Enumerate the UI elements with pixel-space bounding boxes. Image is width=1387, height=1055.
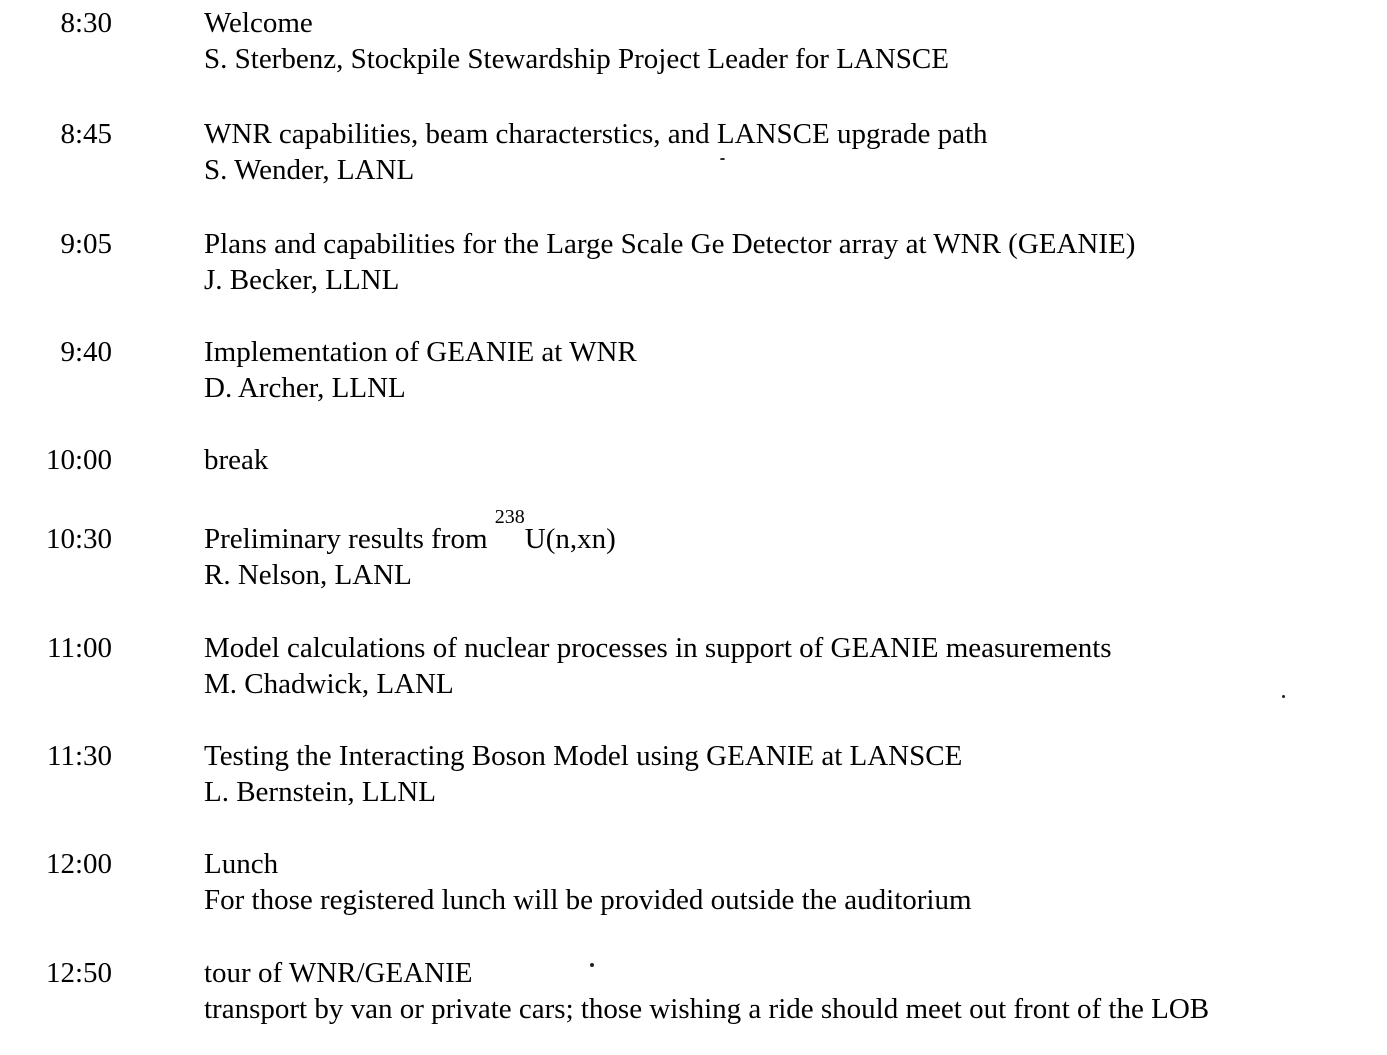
agenda-content: WNR capabilities, beam characterstics, a… — [204, 116, 1387, 188]
agenda-content: Lunch For those registered lunch will be… — [204, 846, 1387, 918]
agenda-time: 10:00 — [45, 444, 112, 476]
agenda-detail: transport by van or private cars; those … — [204, 993, 1210, 1025]
agenda-title: Preliminary results from 238U(n,xn) — [204, 507, 1387, 557]
agenda-detail: S. Sterbenz, Stockpile Stewardship Proje… — [204, 43, 949, 75]
agenda-time: 8:45 — [60, 118, 112, 150]
agenda-title: Testing the Interacting Boson Model usin… — [204, 740, 963, 772]
agenda-title-suffix: U(n,xn) — [524, 523, 616, 555]
agenda-content: Preliminary results from 238U(n,xn) R. N… — [204, 507, 1387, 593]
agenda-detail: For those registered lunch will be provi… — [204, 884, 972, 916]
agenda-detail: D. Archer, LLNL — [204, 372, 406, 404]
agenda-title: Lunch — [204, 848, 279, 880]
agenda-time: 9:05 — [60, 228, 112, 260]
agenda-content: Testing the Interacting Boson Model usin… — [204, 738, 1387, 810]
agenda-content: tour of WNR/GEANIE transport by van or p… — [204, 955, 1387, 1027]
agenda-time: 8:30 — [60, 7, 112, 39]
agenda-title: Welcome — [204, 7, 313, 39]
agenda-detail: S. Wender, LANL — [204, 154, 415, 186]
agenda-time: 11:30 — [47, 740, 112, 772]
agenda-title-prefix: Preliminary results from — [204, 523, 495, 555]
isotope-mass-number: 238 — [494, 506, 525, 528]
agenda-time: 12:50 — [45, 957, 112, 989]
agenda-time: 11:00 — [47, 632, 112, 664]
agenda-title: break — [204, 444, 269, 476]
agenda-time: 10:30 — [45, 523, 112, 555]
agenda-content: Implementation of GEANIE at WNR D. Arche… — [204, 334, 1387, 406]
agenda-content: Model calculations of nuclear processes … — [204, 630, 1387, 702]
agenda-detail: R. Nelson, LANL — [204, 559, 412, 591]
agenda-detail: J. Becker, LLNL — [204, 264, 400, 296]
scan-speck — [590, 963, 594, 967]
agenda-time: 9:40 — [60, 336, 112, 368]
scan-speck — [720, 158, 725, 160]
scan-speck — [1282, 695, 1285, 698]
agenda-title: tour of WNR/GEANIE — [204, 957, 473, 989]
agenda-content: Welcome S. Sterbenz, Stockpile Stewardsh… — [204, 5, 1387, 77]
agenda-title: Implementation of GEANIE at WNR — [204, 336, 637, 368]
agenda-detail: M. Chadwick, LANL — [204, 668, 454, 700]
agenda-title: Plans and capabilities for the Large Sca… — [204, 228, 1136, 260]
agenda-title: Model calculations of nuclear processes … — [204, 632, 1112, 664]
agenda-detail: L. Bernstein, LLNL — [204, 776, 436, 808]
agenda-title: WNR capabilities, beam characterstics, a… — [204, 118, 988, 150]
agenda-time: 12:00 — [45, 848, 112, 880]
agenda-content: Plans and capabilities for the Large Sca… — [204, 226, 1387, 298]
agenda-schedule: 8:30 Welcome S. Sterbenz, Stockpile Stew… — [0, 0, 1387, 1055]
agenda-content: break — [204, 442, 1387, 478]
